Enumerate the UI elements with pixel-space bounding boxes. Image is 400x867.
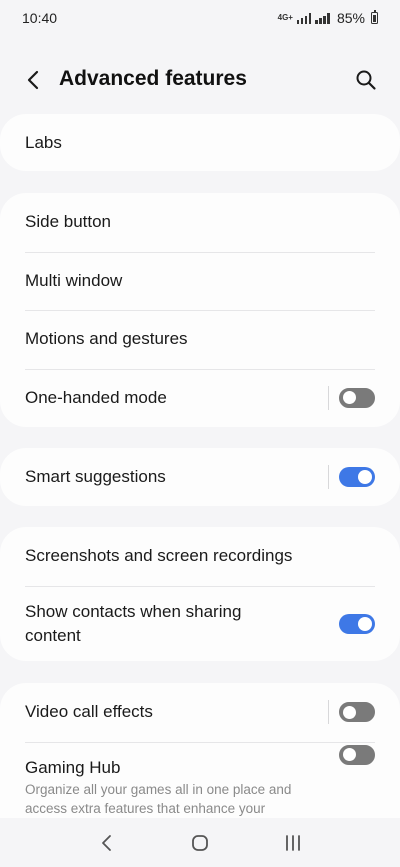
list-item-labs[interactable]: Labs: [0, 114, 400, 171]
list-item-label: Show contacts when sharing content: [25, 601, 242, 645]
list-item-one-handed-mode[interactable]: One-handed mode: [0, 368, 400, 428]
gaming-hub-toggle[interactable]: [339, 744, 375, 765]
chevron-left-icon: [27, 70, 39, 90]
signal-icon: [296, 12, 312, 24]
list-item-label: One-handed mode: [25, 387, 167, 407]
app-bar: Advanced features: [0, 52, 400, 108]
list-item-video-call-effects[interactable]: Video call effects: [0, 683, 400, 742]
toggle-knob: [358, 470, 372, 484]
nav-recents-icon: [286, 834, 301, 851]
list-item-description: Organize all your games all in one place…: [25, 781, 292, 816]
list-item-label: Video call effects: [25, 702, 153, 722]
list-item-motions-gestures[interactable]: Motions and gestures: [0, 310, 400, 369]
navigation-bar: [0, 818, 400, 867]
divider: [328, 465, 329, 489]
nav-back-icon: [101, 834, 111, 851]
signal-icon-2: [315, 12, 330, 24]
search-icon: [356, 70, 376, 90]
network-type-icon: 4G+: [278, 14, 293, 22]
video-call-effects-toggle[interactable]: [339, 702, 375, 723]
back-button[interactable]: [18, 64, 50, 96]
list-item-label: Side button: [25, 212, 112, 232]
section-labs: Labs: [0, 114, 400, 171]
toggle-knob: [343, 705, 356, 719]
list-item-label: Labs: [25, 132, 62, 152]
list-item-screenshots[interactable]: Screenshots and screen recordings: [0, 527, 400, 586]
status-bar: 10:40 4G+ 85%: [0, 0, 400, 36]
list-item-label: Screenshots and screen recordings: [25, 546, 293, 566]
status-icons: 4G+ 85%: [278, 9, 378, 26]
toggle-knob: [343, 748, 356, 761]
list-item-side-button[interactable]: Side button: [0, 193, 400, 252]
status-time: 10:40: [22, 10, 58, 26]
list-item-label: Smart suggestions: [25, 467, 166, 486]
battery-percent: 85%: [336, 10, 365, 26]
section-device: Side button Multi window Motions and ges…: [0, 193, 400, 427]
divider: [328, 385, 329, 410]
nav-back-button[interactable]: [273, 823, 313, 863]
one-handed-mode-toggle[interactable]: [339, 387, 375, 408]
nav-home-button[interactable]: [180, 823, 220, 863]
search-button[interactable]: [350, 64, 382, 96]
show-contacts-toggle[interactable]: [339, 613, 375, 634]
divider: [328, 700, 329, 725]
toggle-knob: [343, 391, 356, 405]
list-item-smart-suggestions[interactable]: Smart suggestions: [0, 448, 400, 506]
list-item-multi-window[interactable]: Multi window: [0, 251, 400, 311]
list-item-show-contacts[interactable]: Show contacts when sharing content: [0, 585, 400, 662]
section-smart-suggestions: Smart suggestions: [0, 448, 400, 506]
list-item-label: Gaming Hub: [25, 757, 121, 777]
toggle-knob: [358, 616, 372, 631]
battery-icon: [371, 9, 378, 24]
nav-home-icon: [192, 834, 208, 851]
page-title: Advanced features: [59, 67, 247, 90]
network-type-label: 4G+: [277, 13, 293, 22]
list-item-label: Motions and gestures: [25, 329, 188, 349]
smart-suggestions-toggle[interactable]: [339, 467, 375, 487]
list-item-label: Multi window: [25, 270, 123, 290]
nav-recents-button[interactable]: [87, 823, 127, 863]
section-sharing: Screenshots and screen recordings Show c…: [0, 527, 400, 661]
list-item-text: Gaming Hub Organize all your games all i…: [25, 758, 375, 818]
